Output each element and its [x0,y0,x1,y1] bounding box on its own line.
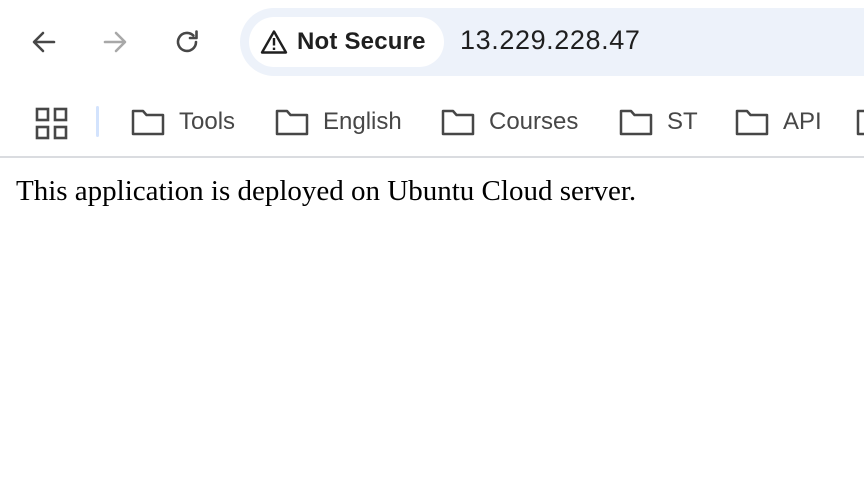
bookmark-label: Courses [489,108,579,135]
address-bar[interactable]: Not Secure 13.229.228.47 [240,8,864,76]
arrow-right-icon [103,31,127,53]
folder-icon [856,109,864,136]
bookmark-folder-courses[interactable]: Courses [441,102,578,142]
security-label: Not Secure [297,28,426,55]
folder-icon [131,107,165,137]
bookmark-folder-st[interactable]: ST [619,102,698,142]
apps-grid-icon [35,107,68,140]
apps-button[interactable] [34,106,70,142]
back-button[interactable] [24,22,64,62]
bookmark-label: Tools [179,108,236,135]
bookmark-folder-english[interactable]: English [275,102,402,142]
page-viewport: This application is deployed on Ubuntu C… [0,158,864,496]
bookmark-folder-tools[interactable]: Tools [131,102,235,142]
bookmarks-divider [96,106,99,137]
reload-button[interactable] [168,22,208,62]
bookmarks-bar: Tools English Courses ST API [0,88,864,156]
browser-toolbar: Not Secure 13.229.228.47 [0,0,864,84]
site-security-chip[interactable]: Not Secure [249,17,444,67]
folder-icon [441,107,475,137]
browser-window: Not Secure 13.229.228.47 Tools English C… [0,0,864,496]
bookmark-label: ST [667,108,698,135]
folder-icon [275,107,309,137]
bookmark-label: API [783,108,822,135]
forward-button[interactable] [95,22,135,62]
arrow-left-icon [32,31,56,53]
url-text[interactable]: 13.229.228.47 [460,25,640,56]
folder-icon [619,107,653,137]
reload-icon [176,30,198,53]
warning-triangle-icon [259,27,289,57]
folder-icon [735,107,769,137]
bookmark-label: English [323,108,402,135]
page-body-text: This application is deployed on Ubuntu C… [16,175,637,207]
bookmark-folder-api[interactable]: API [735,102,822,142]
bookmark-folder-partial[interactable] [856,108,864,136]
